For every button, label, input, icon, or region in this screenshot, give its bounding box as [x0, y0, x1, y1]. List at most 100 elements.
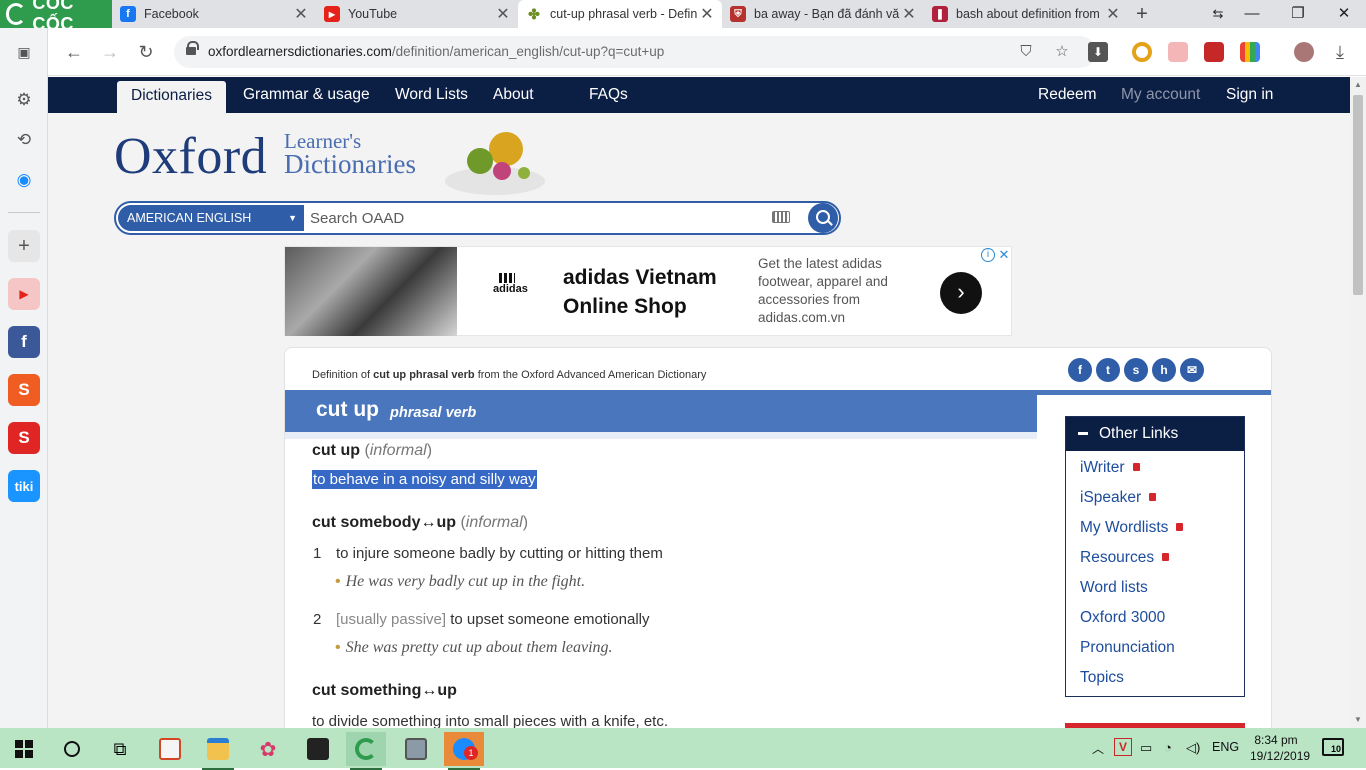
lock-icon: [1176, 523, 1184, 531]
shopee-icon[interactable]: S: [8, 374, 40, 406]
other-link-iwriter[interactable]: iWriter: [1080, 459, 1140, 477]
scroll-down-icon[interactable]: ▼: [1350, 712, 1366, 728]
close-tab-icon[interactable]: ✕: [292, 4, 310, 24]
other-link-pronunciation[interactable]: Pronunciation: [1080, 639, 1175, 657]
other-link-oxford-3000[interactable]: Oxford 3000: [1080, 609, 1165, 627]
nav-my-account[interactable]: My account: [1121, 77, 1200, 113]
close-tab-icon[interactable]: ✕: [494, 4, 512, 24]
youtube-icon[interactable]: ▶: [8, 278, 40, 310]
tab-collins[interactable]: ❚ bash about definition from ✕: [924, 0, 1128, 28]
url-text[interactable]: oxfordlearnersdictionaries.com/definitio…: [208, 44, 664, 59]
volume-icon[interactable]: ◁): [1186, 740, 1200, 756]
extension-colorful-icon[interactable]: [1240, 42, 1260, 62]
nav-grammar-usage[interactable]: Grammar & usage: [243, 77, 370, 113]
tab-facebook[interactable]: f Facebook ✕: [112, 0, 316, 28]
other-link-ispeaker[interactable]: iSpeaker: [1080, 489, 1157, 507]
forward-icon[interactable]: →: [98, 40, 122, 64]
restore-button[interactable]: ❐: [1278, 0, 1318, 28]
twitter-share-icon[interactable]: t: [1096, 358, 1120, 382]
unikey-icon[interactable]: V: [1114, 738, 1132, 756]
email-share-icon[interactable]: ✉: [1180, 358, 1204, 382]
add-icon[interactable]: +: [8, 230, 40, 262]
nav-redeem[interactable]: Redeem: [1038, 77, 1097, 113]
star-icon[interactable]: ☆: [1052, 42, 1072, 62]
search-input[interactable]: [310, 207, 760, 229]
ad-info-icon[interactable]: i: [981, 248, 995, 262]
sense-number: 2: [313, 611, 322, 628]
search-icon[interactable]: [52, 732, 92, 766]
advertisement[interactable]: adidas adidas Vietnam Online Shop Get th…: [284, 246, 1012, 336]
close-tab-icon[interactable]: ✕: [698, 4, 716, 24]
chevron-right-icon[interactable]: ›: [940, 272, 982, 314]
file-explorer-icon[interactable]: [198, 732, 238, 770]
coccoc-icon[interactable]: [346, 732, 386, 770]
page-scrollbar[interactable]: ▲ ▼: [1350, 77, 1366, 728]
scroll-up-icon[interactable]: ▲: [1350, 77, 1366, 93]
language-indicator[interactable]: ENG: [1212, 740, 1239, 754]
nav-dictionaries[interactable]: Dictionaries: [117, 81, 226, 113]
extension-red-icon[interactable]: [1204, 42, 1224, 62]
close-tab-icon[interactable]: ✕: [900, 4, 918, 24]
office-icon[interactable]: [150, 732, 190, 766]
reload-icon[interactable]: ↻: [134, 40, 158, 64]
messenger-icon[interactable]: ◉: [8, 164, 40, 196]
sense-definition: [usually passive] to upset someone emoti…: [336, 611, 650, 628]
sticky-notes-icon[interactable]: [298, 732, 338, 766]
history-icon[interactable]: ⟲: [8, 124, 40, 156]
phrasal-verb-1: cut up (informal): [312, 442, 433, 459]
facebook-icon[interactable]: f: [8, 326, 40, 358]
hatena-share-icon[interactable]: h: [1152, 358, 1176, 382]
scroll-thumb[interactable]: [1353, 95, 1363, 295]
keyboard-icon[interactable]: [772, 211, 790, 223]
close-window-button[interactable]: ✕: [1324, 0, 1364, 28]
tab-cambridge[interactable]: ⛨ ba away - Bạn đã đánh văn ✕: [722, 0, 924, 28]
sidebar-toggle-icon[interactable]: ▣: [8, 36, 40, 68]
clock[interactable]: 8:34 pm 19/12/2019: [1250, 732, 1310, 764]
tab-oxford[interactable]: ✤ cut-up phrasal verb - Definition ✕: [518, 0, 722, 28]
start-icon[interactable]: [4, 732, 44, 766]
other-link-my-wordlists[interactable]: My Wordlists: [1080, 519, 1184, 537]
facebook-share-icon[interactable]: f: [1068, 358, 1092, 382]
downloads-icon[interactable]: ⤓: [1328, 40, 1352, 64]
sendo-icon[interactable]: S: [8, 422, 40, 454]
search-button[interactable]: [808, 203, 838, 233]
task-view-icon[interactable]: ⧉: [100, 732, 140, 766]
logo-dictionaries: Dictionaries: [284, 149, 416, 179]
ad-close-icon[interactable]: ✕: [997, 248, 1011, 262]
close-tab-icon[interactable]: ✕: [1104, 4, 1122, 24]
logo-oxford[interactable]: Oxford: [114, 127, 267, 186]
paint-icon[interactable]: ✿: [248, 732, 288, 766]
nav-word-lists[interactable]: Word Lists: [395, 77, 468, 113]
tab-youtube[interactable]: ▶ YouTube ✕: [316, 0, 518, 28]
new-tab-button[interactable]: +: [1132, 3, 1152, 25]
wifi-icon[interactable]: ◔: [1164, 740, 1172, 755]
other-link-resources[interactable]: Resources: [1080, 549, 1170, 567]
address-bar[interactable]: oxfordlearnersdictionaries.com/definitio…: [174, 36, 1108, 68]
nav-about[interactable]: About: [493, 77, 534, 113]
settings-icon[interactable]: ⚙: [8, 84, 40, 116]
coccoc-brand[interactable]: CỐC CỐC: [0, 0, 112, 34]
dictionary-select[interactable]: AMERICAN ENGLISH ▼: [118, 205, 304, 231]
minimize-button[interactable]: —: [1232, 0, 1272, 28]
show-hidden-icons-icon[interactable]: ︿: [1092, 740, 1104, 757]
coccoc-extension-icon[interactable]: [1132, 42, 1152, 62]
definition-highlighted[interactable]: to behave in a noisy and silly way: [312, 470, 537, 489]
facebook-icon: f: [120, 6, 136, 22]
zalo-icon[interactable]: 1: [444, 732, 484, 770]
tiki-icon[interactable]: tiki: [8, 470, 40, 502]
download-page-icon[interactable]: ⬇: [1088, 42, 1108, 62]
battery-icon[interactable]: ▭: [1140, 740, 1152, 756]
other-link-word-lists[interactable]: Word lists: [1080, 579, 1148, 597]
calculator-icon[interactable]: [396, 732, 436, 766]
other-links-header[interactable]: Other Links: [1066, 417, 1244, 451]
ad-title[interactable]: adidas Vietnam Online Shop: [563, 263, 743, 321]
stumbleupon-share-icon[interactable]: s: [1124, 358, 1148, 382]
notification-center-icon[interactable]: 10: [1322, 738, 1344, 756]
nav-faqs[interactable]: FAQs: [589, 77, 628, 113]
other-link-topics[interactable]: Topics: [1080, 669, 1124, 687]
back-icon[interactable]: ←: [62, 40, 86, 64]
nav-sign-in[interactable]: Sign in: [1226, 77, 1273, 113]
shield-icon[interactable]: ⛉: [1016, 42, 1036, 62]
avatar[interactable]: [1294, 42, 1314, 62]
adblock-icon[interactable]: [1168, 42, 1188, 62]
